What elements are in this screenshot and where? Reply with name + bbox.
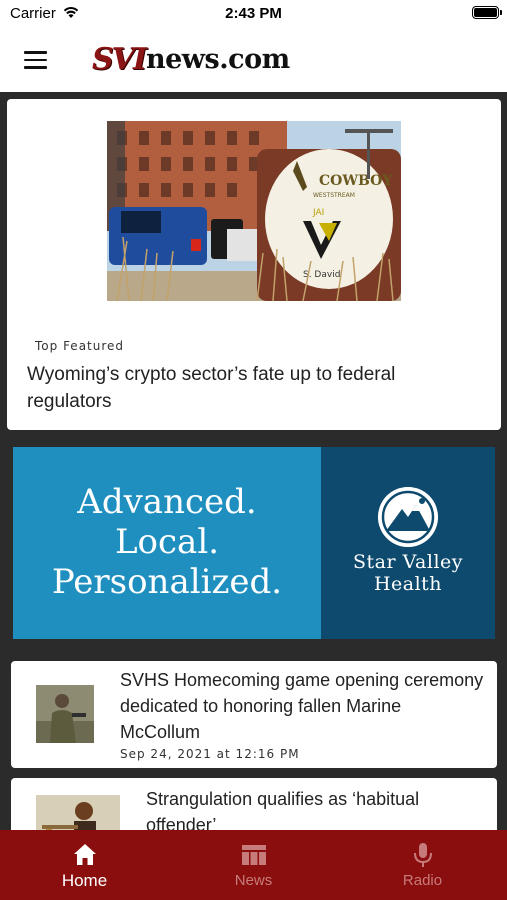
article-title[interactable]: Strangulation qualifies as ‘habitual off…: [146, 786, 486, 830]
ad-brand-line-2: Health: [373, 573, 443, 595]
article-thumbnail: [36, 795, 120, 830]
featured-tag: Top Featured: [35, 339, 125, 353]
article-card[interactable]: Strangulation qualifies as ‘habitual off…: [11, 778, 497, 830]
clock: 2:43 PM: [225, 5, 282, 22]
tab-radio[interactable]: Radio: [338, 830, 507, 900]
sign-brand-text: JAI: [312, 208, 324, 218]
tab-home-label: Home: [61, 871, 108, 890]
ad-line-1: Advanced.: [77, 482, 257, 522]
logo-domain: news.com: [145, 43, 290, 75]
tab-home[interactable]: Home: [0, 830, 169, 900]
ad-line-2: Local.: [114, 522, 220, 562]
mountain-logo-icon: [378, 487, 438, 547]
article-title[interactable]: SVHS Homecoming game opening ceremony de…: [120, 667, 485, 745]
status-bar: Carrier 2:43 PM: [0, 0, 507, 30]
app-header: SVI news.com: [0, 30, 507, 92]
ad-slogan-panel: Advanced. Local. Personalized.: [13, 447, 321, 639]
featured-article-card[interactable]: COWBOY WESTSTREAM JAI S. David Top Featu…: [7, 99, 501, 430]
ad-brand-line-1: Star Valley: [352, 551, 464, 573]
menu-icon[interactable]: [24, 51, 47, 69]
advertisement-banner[interactable]: Advanced. Local. Personalized. Star Vall…: [13, 447, 495, 639]
article-thumbnail: [36, 685, 94, 743]
battery-icon: [472, 6, 502, 19]
sign-sub-text: WESTSTREAM: [313, 192, 355, 199]
ad-brand-panel: Star Valley Health: [321, 447, 495, 639]
tab-radio-label: Radio: [402, 872, 443, 889]
tab-news[interactable]: News: [169, 830, 338, 900]
tab-bar: Home News Radio: [0, 830, 507, 900]
newspaper-icon: [242, 845, 266, 865]
ad-line-3: Personalized.: [51, 562, 283, 602]
featured-article-title[interactable]: Wyoming’s crypto sector’s fate up to fed…: [27, 361, 482, 415]
sign-cowboy-text: COWBOY: [319, 173, 393, 189]
featured-article-image: COWBOY WESTSTREAM JAI S. David: [107, 121, 401, 301]
news-feed[interactable]: COWBOY WESTSTREAM JAI S. David Top Featu…: [0, 92, 507, 830]
microphone-icon: [414, 843, 432, 867]
article-date: Sep 24, 2021 at 12:16 PM: [120, 747, 300, 761]
logo-svi: SVI: [92, 41, 147, 77]
tab-news-label: News: [234, 872, 273, 889]
site-logo[interactable]: SVI news.com: [92, 41, 290, 77]
home-icon: [74, 844, 96, 865]
article-card[interactable]: SVHS Homecoming game opening ceremony de…: [11, 661, 497, 768]
